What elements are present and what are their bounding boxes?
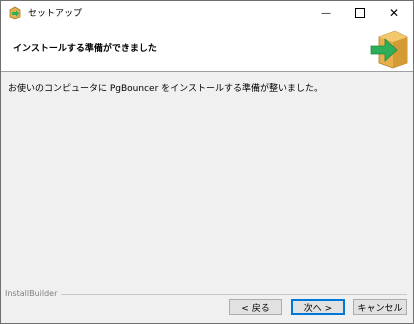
brand-label: InstallBuilder: [5, 289, 60, 298]
wizard-header: インストールする準備ができました: [1, 25, 413, 72]
next-button[interactable]: 次へ >: [291, 299, 345, 315]
ready-message: お使いのコンピュータに PgBouncer をインストールする準備が整いました。: [8, 84, 323, 94]
page-title: インストールする準備ができました: [13, 44, 157, 54]
back-button[interactable]: < 戻る: [229, 299, 282, 315]
maximize-button[interactable]: [344, 1, 376, 25]
app-icon: [9, 6, 21, 20]
separator-line: [61, 294, 407, 295]
cancel-button[interactable]: キャンセル: [353, 299, 407, 315]
maximize-icon: [355, 8, 365, 18]
title-bar[interactable]: セットアップ — ✕: [1, 1, 413, 25]
minimize-button[interactable]: —: [310, 1, 342, 25]
setup-window: セットアップ — ✕ インストールする準備ができました お使いのコンピュータに …: [0, 0, 414, 324]
brand-separator: InstallBuilder: [1, 289, 413, 299]
close-button[interactable]: ✕: [378, 1, 410, 25]
installer-box-icon: [370, 30, 408, 69]
close-icon: ✕: [388, 6, 400, 20]
window-title: セットアップ: [28, 9, 83, 19]
minimize-icon: —: [321, 7, 331, 19]
